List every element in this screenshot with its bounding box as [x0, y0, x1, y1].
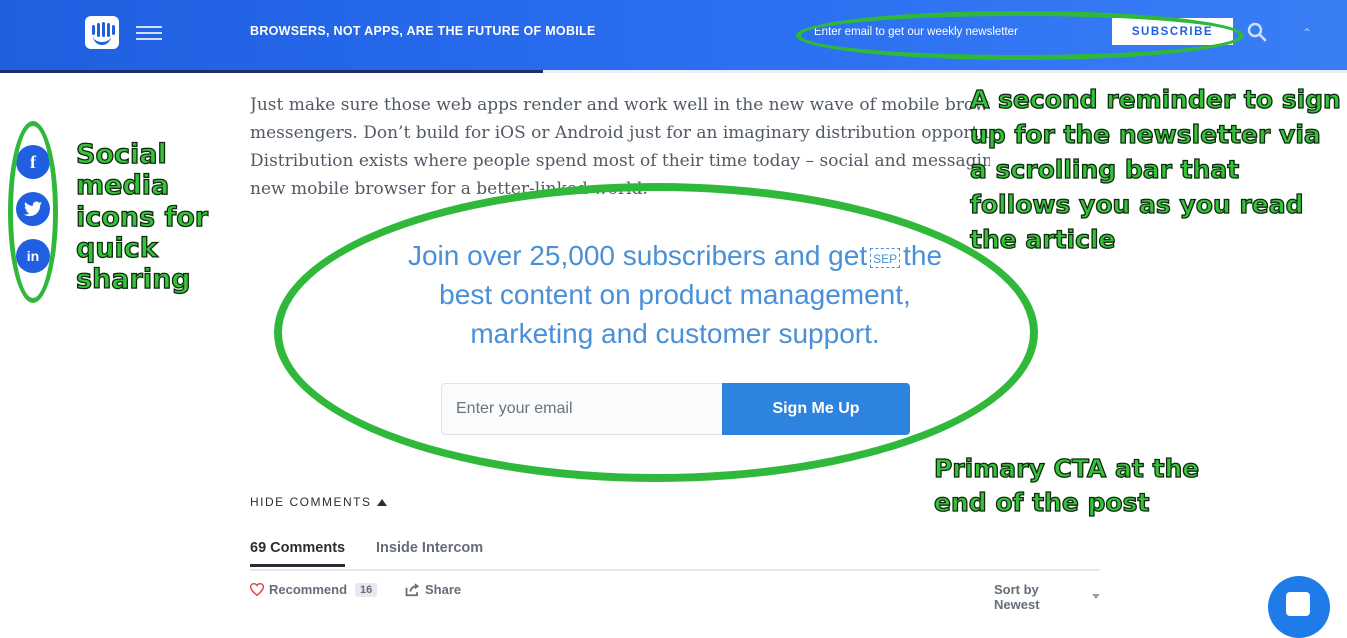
tab-inside-intercom[interactable]: Inside Intercom	[376, 540, 483, 564]
annotation-newsletter: A second reminder to sign up for the new…	[969, 84, 1341, 254]
share-icon	[405, 582, 420, 596]
recommend-button[interactable]: Recommend 16	[250, 582, 378, 597]
chevron-down-icon	[1092, 594, 1100, 599]
intercom-logo[interactable]	[85, 16, 119, 49]
chat-icon	[1286, 592, 1310, 616]
sign-me-up-button[interactable]: Sign Me Up	[722, 383, 910, 435]
cta-email-input[interactable]	[441, 383, 722, 435]
article-line: messengers. Don’t build for iOS or Andro…	[250, 123, 990, 143]
top-bar: BROWSERS, NOT APPS, ARE THE FUTURE OF MO…	[0, 0, 1347, 70]
caret-up-icon	[376, 499, 387, 506]
reading-progress-fill	[0, 70, 543, 73]
search-icon[interactable]	[1247, 22, 1267, 42]
scroll-top-icon[interactable]: ⌃	[1302, 26, 1312, 40]
annotation-social: Social media icons for quick sharing	[75, 138, 209, 296]
article-line: new mobile browser for a better-linked w…	[250, 179, 648, 199]
cta-heading: Join over 25,000 subscribers and get SEP t…	[407, 240, 943, 349]
article-line: Just make sure those web apps render and…	[250, 95, 990, 115]
facebook-icon[interactable]: f	[16, 145, 50, 179]
sort-dropdown[interactable]: Sort by Newest	[994, 582, 1100, 612]
chat-launcher[interactable]	[1268, 576, 1330, 638]
share-button[interactable]: Share	[405, 582, 461, 597]
hide-comments-toggle[interactable]: HIDE COMMENTS	[250, 495, 387, 509]
newsletter-email-input[interactable]	[806, 19, 1110, 45]
sep-glyph: SEP	[870, 247, 901, 268]
recommend-count: 16	[355, 582, 378, 597]
reading-progress	[0, 70, 1347, 73]
twitter-icon[interactable]	[16, 192, 50, 226]
article-title: BROWSERS, NOT APPS, ARE THE FUTURE OF MO…	[250, 24, 596, 38]
linkedin-icon[interactable]: in	[16, 239, 50, 273]
menu-icon[interactable]	[136, 25, 162, 41]
tab-comments[interactable]: 69 Comments	[250, 540, 346, 567]
comment-tabs: 69 Comments Inside Intercom	[250, 540, 1100, 571]
article-line: Distribution exists where people spend m…	[250, 151, 990, 171]
comments-toolbar: Recommend 16 Share Sort by Newest	[250, 582, 1100, 612]
annotation-cta: Primary CTA at the end of the post	[933, 453, 1200, 517]
subscribe-button[interactable]: SUBSCRIBE	[1112, 18, 1233, 45]
article-body: Just make sure those web apps render and…	[250, 91, 990, 203]
heart-icon	[250, 583, 264, 596]
